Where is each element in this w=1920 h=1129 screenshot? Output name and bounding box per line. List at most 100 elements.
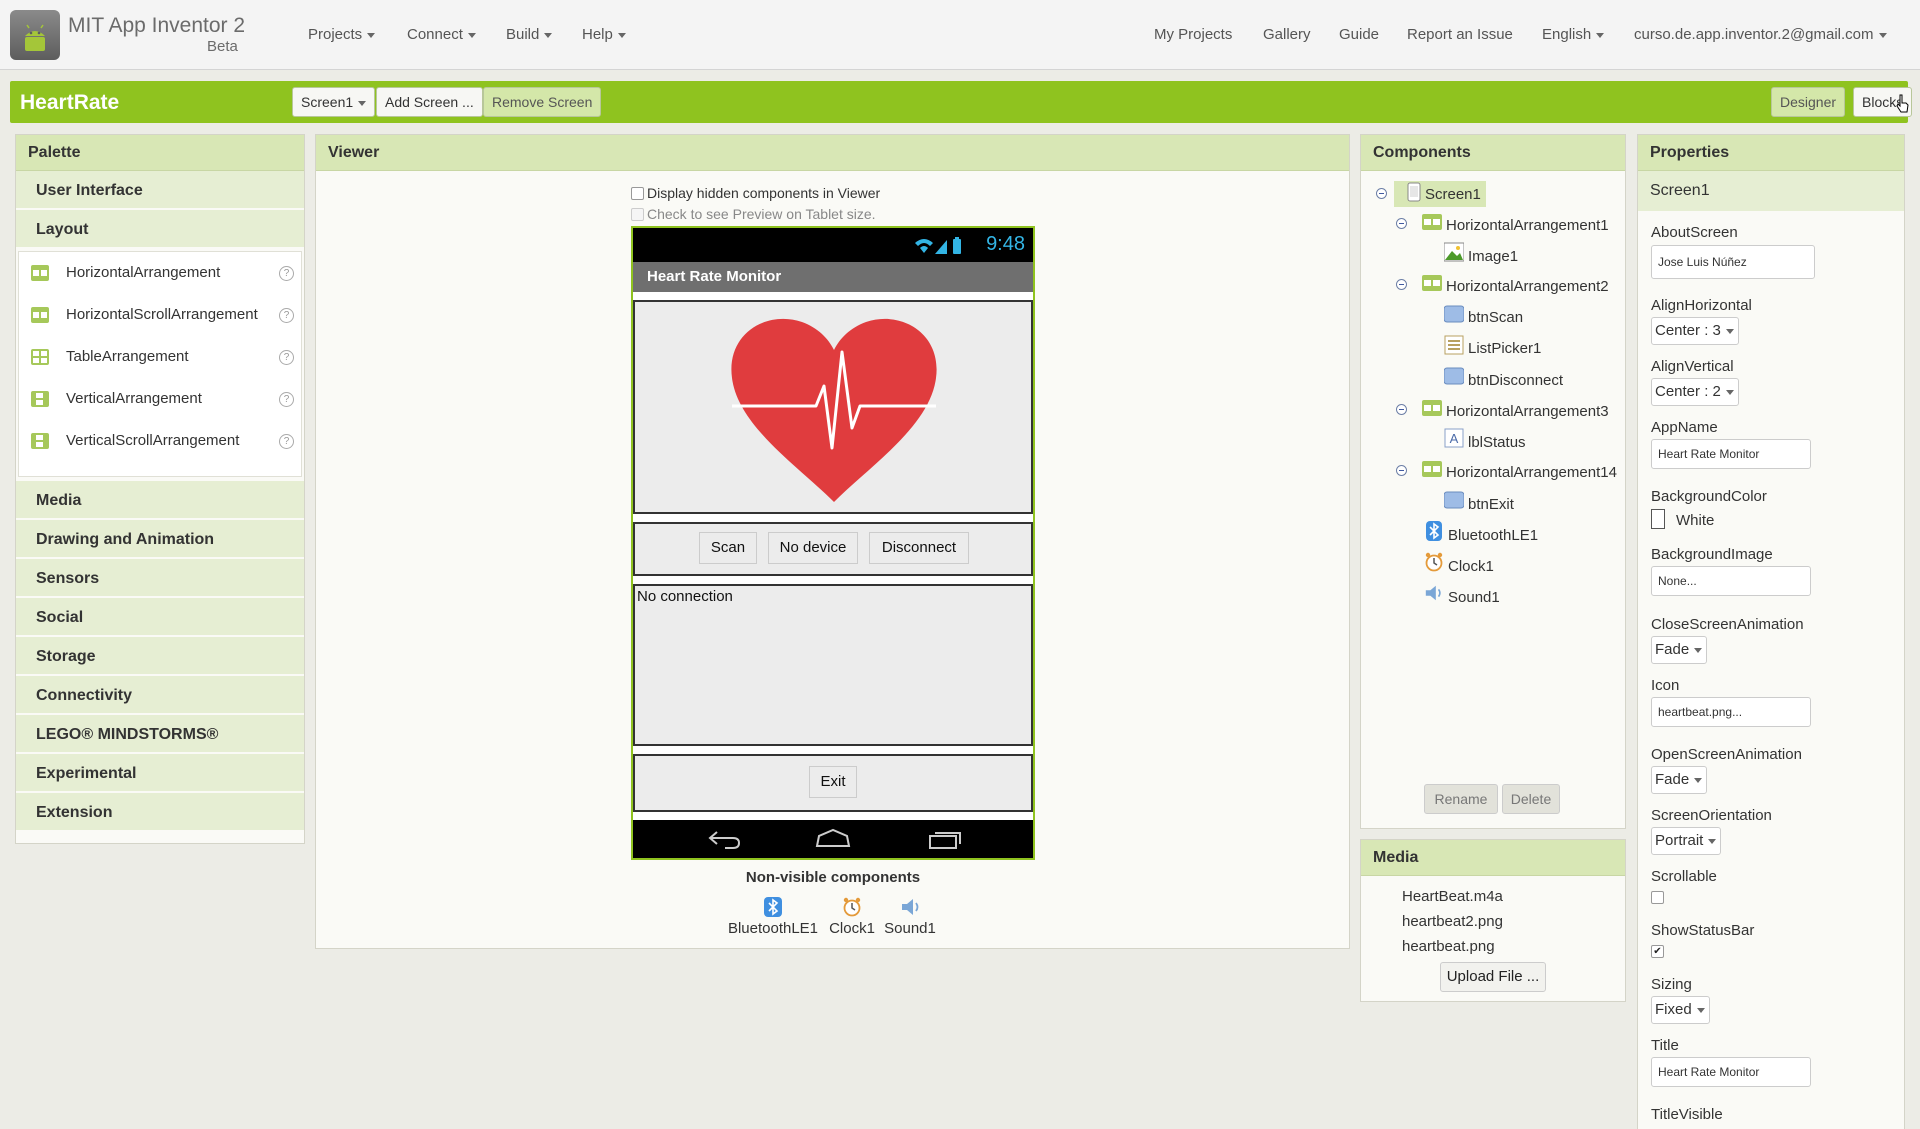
screen-select[interactable]: Screen1 (292, 87, 376, 117)
language-menu[interactable]: English (1542, 26, 1605, 43)
background-image-picker[interactable]: None... (1651, 566, 1811, 596)
account-menu[interactable]: curso.de.app.inventor.2@gmail.com (1634, 26, 1887, 43)
help-icon[interactable]: ? (279, 308, 294, 323)
palette-category-connectivity[interactable]: Connectivity (16, 676, 304, 715)
about-screen-textarea[interactable]: Jose Luis Núñez (1651, 245, 1815, 279)
palette-category-lego-mindstorms[interactable]: LEGO® MINDSTORMS® (16, 715, 304, 754)
help-icon[interactable]: ? (279, 434, 294, 449)
palette-item-table-arrangement[interactable]: TableArrangement ? (19, 336, 301, 378)
screen-icon (1407, 182, 1421, 202)
tree-node-horizontal-arrangement-14[interactable]: HorizontalArrangement14 (1446, 464, 1617, 490)
palette-category-sensors[interactable]: Sensors (16, 559, 304, 598)
screen-orientation-select[interactable]: Portrait (1651, 827, 1722, 855)
prop-scrollable-label: Scrollable (1651, 868, 1717, 885)
palette-category-storage[interactable]: Storage (16, 637, 304, 676)
nonvisible-title: Non-visible components (745, 869, 921, 886)
app-name-input[interactable]: Heart Rate Monitor (1651, 439, 1811, 469)
tablet-preview-checkbox[interactable] (631, 208, 644, 221)
palette-item-horizontal-arrangement[interactable]: HorizontalArrangement ? (19, 252, 301, 294)
media-file-heartbeat-png[interactable]: heartbeat.png (1402, 938, 1495, 964)
scan-button[interactable]: Scan (699, 532, 757, 564)
palette-category-social[interactable]: Social (16, 598, 304, 637)
media-file-heartbeat-m4a[interactable]: HeartBeat.m4a (1402, 888, 1503, 914)
horizontal-arrangement-14[interactable]: Exit (633, 754, 1033, 812)
rename-button[interactable]: Rename (1424, 784, 1498, 814)
tree-node-lblstatus[interactable]: lblStatus (1468, 434, 1526, 460)
remove-screen-button[interactable]: Remove Screen (483, 87, 602, 117)
show-status-bar-checkbox[interactable]: ✔ (1651, 945, 1664, 958)
tree-node-clock1[interactable]: Clock1 (1448, 558, 1494, 584)
tree-node-horizontal-arrangement-1[interactable]: HorizontalArrangement1 (1446, 217, 1609, 243)
link-gallery[interactable]: Gallery (1263, 26, 1311, 43)
palette-panel: Palette User Interface Layout Horizontal… (15, 134, 305, 844)
icon-picker[interactable]: heartbeat.png... (1651, 697, 1811, 727)
link-guide[interactable]: Guide (1339, 26, 1379, 43)
home-icon (815, 828, 851, 847)
link-report-issue[interactable]: Report an Issue (1407, 26, 1513, 43)
palette-category-media[interactable]: Media (16, 481, 304, 520)
app-inventor-logo[interactable] (10, 10, 60, 60)
display-hidden-checkbox[interactable] (631, 187, 644, 200)
palette-category-experimental[interactable]: Experimental (16, 754, 304, 793)
tablet-preview-label: Check to see Preview on Tablet size. (647, 206, 876, 222)
palette-item-vertical-arrangement[interactable]: VerticalArrangement ? (19, 378, 301, 420)
table-arrangement-icon (31, 349, 49, 365)
menu-build[interactable]: Build (506, 26, 553, 43)
chevron-down-icon (1725, 328, 1734, 334)
close-screen-animation-select[interactable]: Fade (1651, 636, 1708, 664)
disconnect-button[interactable]: Disconnect (869, 532, 969, 564)
tree-node-btnexit[interactable]: btnExit (1468, 496, 1514, 522)
designer-button[interactable]: Designer (1771, 87, 1846, 117)
palette-item-vertical-scroll-arrangement[interactable]: VerticalScrollArrangement ? (19, 420, 301, 462)
palette-category-extension[interactable]: Extension (16, 793, 304, 832)
tree-node-bluetoothle1[interactable]: BluetoothLE1 (1448, 527, 1538, 553)
title-input[interactable]: Heart Rate Monitor (1651, 1057, 1811, 1087)
exit-button[interactable]: Exit (809, 766, 857, 798)
upload-file-button[interactable]: Upload File ... (1440, 962, 1546, 992)
palette-category-layout[interactable]: Layout (16, 210, 304, 249)
delete-button[interactable]: Delete (1502, 784, 1560, 814)
horizontal-arrangement-3[interactable]: No connection (633, 584, 1033, 746)
tree-node-btndisconnect[interactable]: btnDisconnect (1468, 372, 1563, 398)
sizing-select[interactable]: Fixed (1651, 996, 1710, 1024)
project-name: HeartRate (20, 91, 120, 114)
properties-title: Properties (1638, 135, 1904, 171)
tree-node-horizontal-arrangement-2[interactable]: HorizontalArrangement2 (1446, 278, 1609, 304)
collapse-icon[interactable] (1376, 188, 1387, 199)
media-file-heartbeat2-png[interactable]: heartbeat2.png (1402, 913, 1503, 939)
tree-node-sound1[interactable]: Sound1 (1448, 589, 1500, 615)
help-icon[interactable]: ? (279, 350, 294, 365)
help-icon[interactable]: ? (279, 266, 294, 281)
open-screen-animation-select[interactable]: Fade (1651, 766, 1708, 794)
palette-category-drawing-animation[interactable]: Drawing and Animation (16, 520, 304, 559)
link-my-projects[interactable]: My Projects (1154, 26, 1232, 43)
background-color-value[interactable]: White (1676, 512, 1714, 529)
horizontal-arrangement-icon (31, 265, 49, 281)
menu-projects[interactable]: Projects (308, 26, 376, 43)
help-icon[interactable]: ? (279, 392, 294, 407)
status-label[interactable]: No connection (637, 588, 733, 605)
align-vertical-select[interactable]: Center : 2 (1651, 378, 1739, 406)
collapse-icon[interactable] (1396, 218, 1407, 229)
align-horizontal-select[interactable]: Center : 3 (1651, 317, 1739, 345)
background-color-swatch[interactable] (1651, 509, 1665, 529)
menu-connect[interactable]: Connect (407, 26, 476, 43)
palette-category-user-interface[interactable]: User Interface (16, 171, 304, 210)
tree-node-btnscan[interactable]: btnScan (1468, 309, 1523, 335)
collapse-icon[interactable] (1396, 404, 1407, 415)
collapse-icon[interactable] (1396, 279, 1407, 290)
phone-nav-bar (633, 820, 1033, 858)
tree-node-image1[interactable]: Image1 (1468, 248, 1518, 274)
add-screen-button[interactable]: Add Screen ... (376, 87, 483, 117)
horizontal-arrangement-1[interactable] (633, 300, 1033, 514)
scrollable-checkbox[interactable] (1651, 891, 1664, 904)
no-device-listpicker[interactable]: No device (768, 532, 858, 564)
tree-node-listpicker1[interactable]: ListPicker1 (1468, 340, 1541, 366)
tree-node-horizontal-arrangement-3[interactable]: HorizontalArrangement3 (1446, 403, 1609, 429)
palette-item-horizontal-scroll-arrangement[interactable]: HorizontalScrollArrangement ? (19, 294, 301, 336)
menu-help[interactable]: Help (582, 26, 626, 43)
horizontal-arrangement-2[interactable]: Scan No device Disconnect (633, 522, 1033, 576)
collapse-icon[interactable] (1396, 465, 1407, 476)
tree-label-screen1[interactable]: Screen1 (1425, 186, 1481, 212)
heart-rate-image[interactable] (728, 316, 940, 504)
